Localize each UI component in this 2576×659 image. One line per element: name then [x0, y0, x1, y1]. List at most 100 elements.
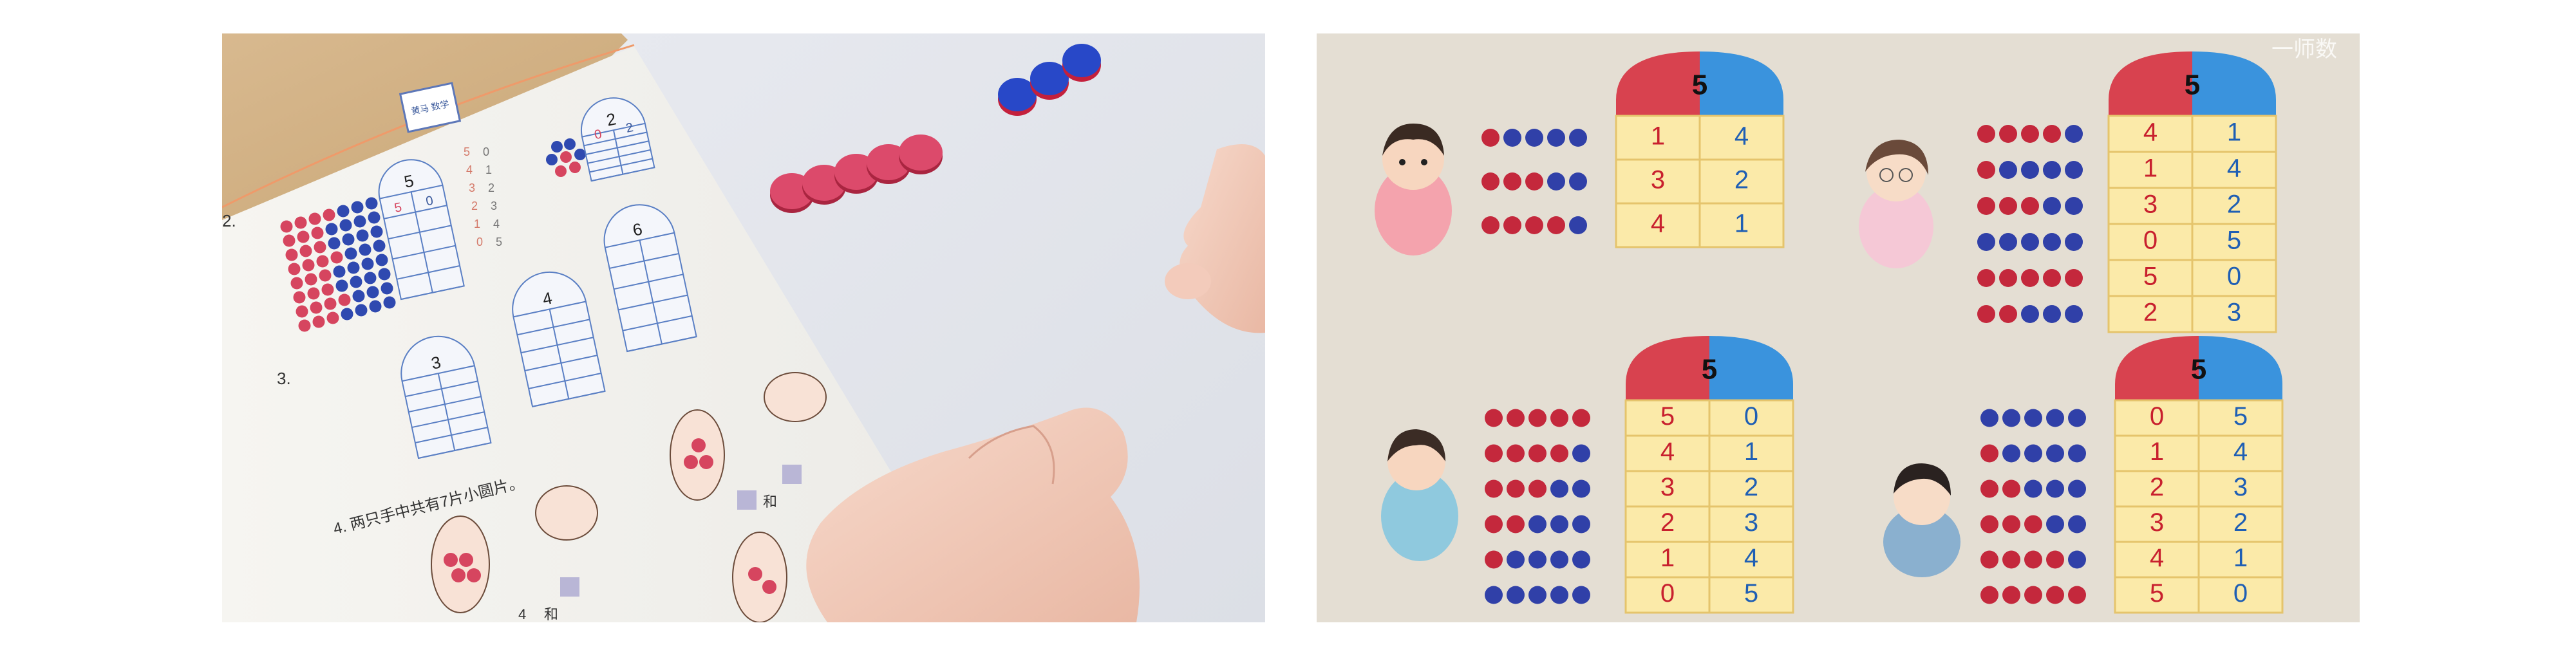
red-bead	[1485, 515, 1503, 534]
blue-bead	[1977, 233, 1995, 251]
printed-counter	[319, 269, 332, 282]
red-bead	[2065, 269, 2083, 287]
printed-counter	[310, 301, 323, 314]
number-decomposition-slide: 一师数 514324154114320550235504132231405505…	[1317, 33, 2360, 622]
red-bead	[2043, 125, 2061, 143]
red-bead	[2046, 586, 2064, 604]
printed-counter	[325, 223, 338, 236]
printed-counter	[339, 219, 352, 232]
blue-bead	[1525, 129, 1543, 147]
blue-bead	[1485, 586, 1503, 604]
red-bead	[2024, 515, 2042, 534]
watermark: 一师数	[2271, 37, 2337, 62]
printed-counter	[298, 319, 311, 332]
part-red-value: 5	[2150, 579, 2164, 608]
blue-bead	[2065, 233, 2083, 251]
printed-counter	[378, 268, 391, 281]
printed-counter	[381, 282, 393, 295]
printed-counter	[330, 251, 343, 264]
pencil-digit: 1	[474, 218, 480, 230]
printed-counter	[283, 234, 296, 247]
red-bead	[1999, 125, 2017, 143]
answer-square	[782, 465, 802, 484]
printed-counter	[555, 165, 567, 177]
blue-bead	[2046, 515, 2064, 534]
part-blue-value: 1	[2233, 544, 2248, 572]
printed-counter	[321, 283, 334, 296]
pencil-digit: 3	[491, 200, 497, 212]
total-number: 5	[2191, 354, 2206, 385]
red-bead	[1550, 409, 1568, 427]
pencil-digit: 2	[471, 200, 478, 212]
blue-bead	[1547, 129, 1565, 147]
blue-bead	[1569, 172, 1587, 190]
part-red-value: 3	[1651, 166, 1665, 194]
printed-counter	[373, 239, 386, 252]
part-red-value: 1	[1651, 122, 1665, 151]
pencil-digit: 2	[488, 181, 494, 194]
blue-bead	[2068, 550, 2086, 569]
blue-bead	[2002, 444, 2020, 463]
red-bead	[2002, 479, 2020, 498]
printed-counter	[294, 216, 307, 229]
red-bead	[1999, 197, 2017, 215]
part-red-value: 1	[2143, 154, 2158, 183]
red-bead	[1525, 216, 1543, 234]
part-red-value: 0	[1660, 579, 1675, 608]
blue-bead	[2043, 233, 2061, 251]
blue-bead	[1547, 172, 1565, 190]
character-boy-glasses-arms-crossed	[1375, 124, 1452, 255]
blue-bead	[2065, 125, 2083, 143]
part-blue-value: 0	[2227, 263, 2241, 291]
printed-counter	[351, 201, 364, 214]
printed-counter	[299, 245, 312, 257]
question-3-number: 3.	[277, 369, 291, 388]
printed-counter	[335, 279, 348, 292]
part-blue-value: 3	[2227, 299, 2241, 327]
part-red-value: 1	[2150, 438, 2164, 466]
printed-counter	[288, 263, 301, 275]
printed-counter	[366, 286, 379, 299]
blue-bead	[2046, 409, 2064, 427]
part-blue-value: 2	[2233, 508, 2248, 537]
part-red-value: 0	[2150, 402, 2164, 431]
blue-bead	[1528, 586, 1547, 604]
printed-counter	[307, 287, 320, 300]
part-blue-value: 3	[1744, 508, 1758, 537]
red-bead	[1977, 197, 1995, 215]
pencil-digit: 4	[466, 163, 473, 176]
pencil-digit: 0	[476, 236, 483, 248]
printed-counter	[326, 311, 339, 324]
blue-bead	[2024, 444, 2042, 463]
blue-bead	[1572, 550, 1590, 569]
printed-counter	[290, 277, 303, 290]
red-bead	[1507, 515, 1525, 534]
blue-bead	[1528, 550, 1547, 569]
red-bead	[2021, 269, 2039, 287]
blue-bead	[1550, 515, 1568, 534]
red-bead	[1485, 479, 1503, 498]
printed-counter	[297, 230, 310, 243]
total-number: 5	[2185, 70, 2200, 101]
red-bead	[1550, 444, 1568, 463]
printed-counter	[564, 138, 576, 150]
printed-counter	[359, 243, 371, 256]
printed-counter	[551, 141, 563, 153]
printed-counter	[328, 237, 341, 250]
small-4-label: 4	[518, 606, 526, 622]
blue-bead	[1550, 550, 1568, 569]
red-bead	[1980, 515, 1998, 534]
red-bead	[1572, 409, 1590, 427]
part-red-value: 4	[1651, 210, 1665, 238]
blue-bead	[2043, 305, 2061, 323]
red-bead	[1507, 444, 1525, 463]
red-bead	[1980, 444, 1998, 463]
printed-counter	[361, 257, 374, 270]
blue-bead	[1507, 550, 1525, 569]
part-red-value: 1	[1660, 544, 1675, 572]
blue-bead	[2043, 161, 2061, 179]
printed-counter	[383, 296, 396, 309]
red-bead	[1528, 444, 1547, 463]
part-red-value: 5	[2143, 263, 2158, 291]
printed-counter	[333, 265, 346, 278]
